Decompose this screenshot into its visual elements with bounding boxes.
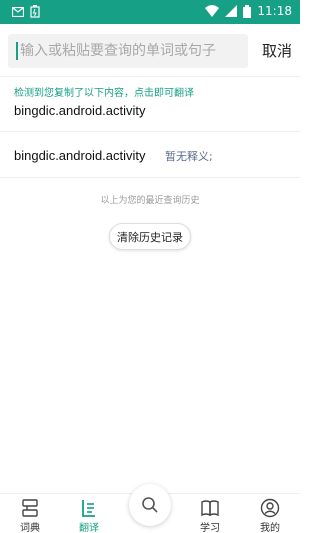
search-icon: [142, 497, 158, 513]
history-note: 以上为您的最近查询历史: [100, 196, 200, 206]
nav-label: 学习: [200, 523, 220, 533]
wifi-icon: [205, 5, 220, 17]
translate-icon: [82, 500, 95, 517]
nav-label: 我的: [260, 523, 280, 533]
search-row: 取消: [8, 34, 292, 68]
status-time: 11:18: [257, 4, 292, 18]
signal-icon: [225, 5, 238, 17]
book-icon: [201, 500, 219, 517]
clipboard-hint: 检测到您复制了以下内容，点击即可翻译: [14, 88, 194, 99]
clipboard-text[interactable]: bingdic.android.activity: [14, 103, 146, 118]
nav-item-learn[interactable]: 学习: [190, 494, 230, 533]
nav-label: 翻译: [79, 523, 99, 533]
divider: [0, 177, 300, 178]
profile-icon: [260, 498, 280, 518]
clear-history-button[interactable]: 清除历史记录: [109, 223, 191, 250]
mail-icon: [12, 6, 24, 17]
nav-item-profile[interactable]: 我的: [250, 494, 290, 533]
battery-icon: [243, 4, 252, 18]
battery-saver-icon: [30, 5, 40, 18]
history-word: bingdic.android.activity: [14, 148, 146, 163]
nav-item-dictionary[interactable]: 词典: [10, 494, 50, 533]
search-input[interactable]: [20, 34, 244, 68]
nav-item-translate[interactable]: 翻译: [69, 494, 109, 533]
divider: [0, 76, 300, 77]
status-bar: 11:18: [0, 0, 300, 24]
history-item[interactable]: bingdic.android.activity 暂无释义;: [0, 140, 300, 176]
nav-label: 词典: [20, 523, 40, 533]
nav-search-button[interactable]: [129, 484, 171, 526]
dictionary-icon: [22, 499, 38, 517]
cancel-button[interactable]: 取消: [262, 40, 292, 61]
text-cursor: [16, 42, 18, 60]
history-definition: 暂无释义;: [165, 150, 213, 163]
search-box[interactable]: [8, 34, 248, 68]
divider: [0, 131, 300, 132]
